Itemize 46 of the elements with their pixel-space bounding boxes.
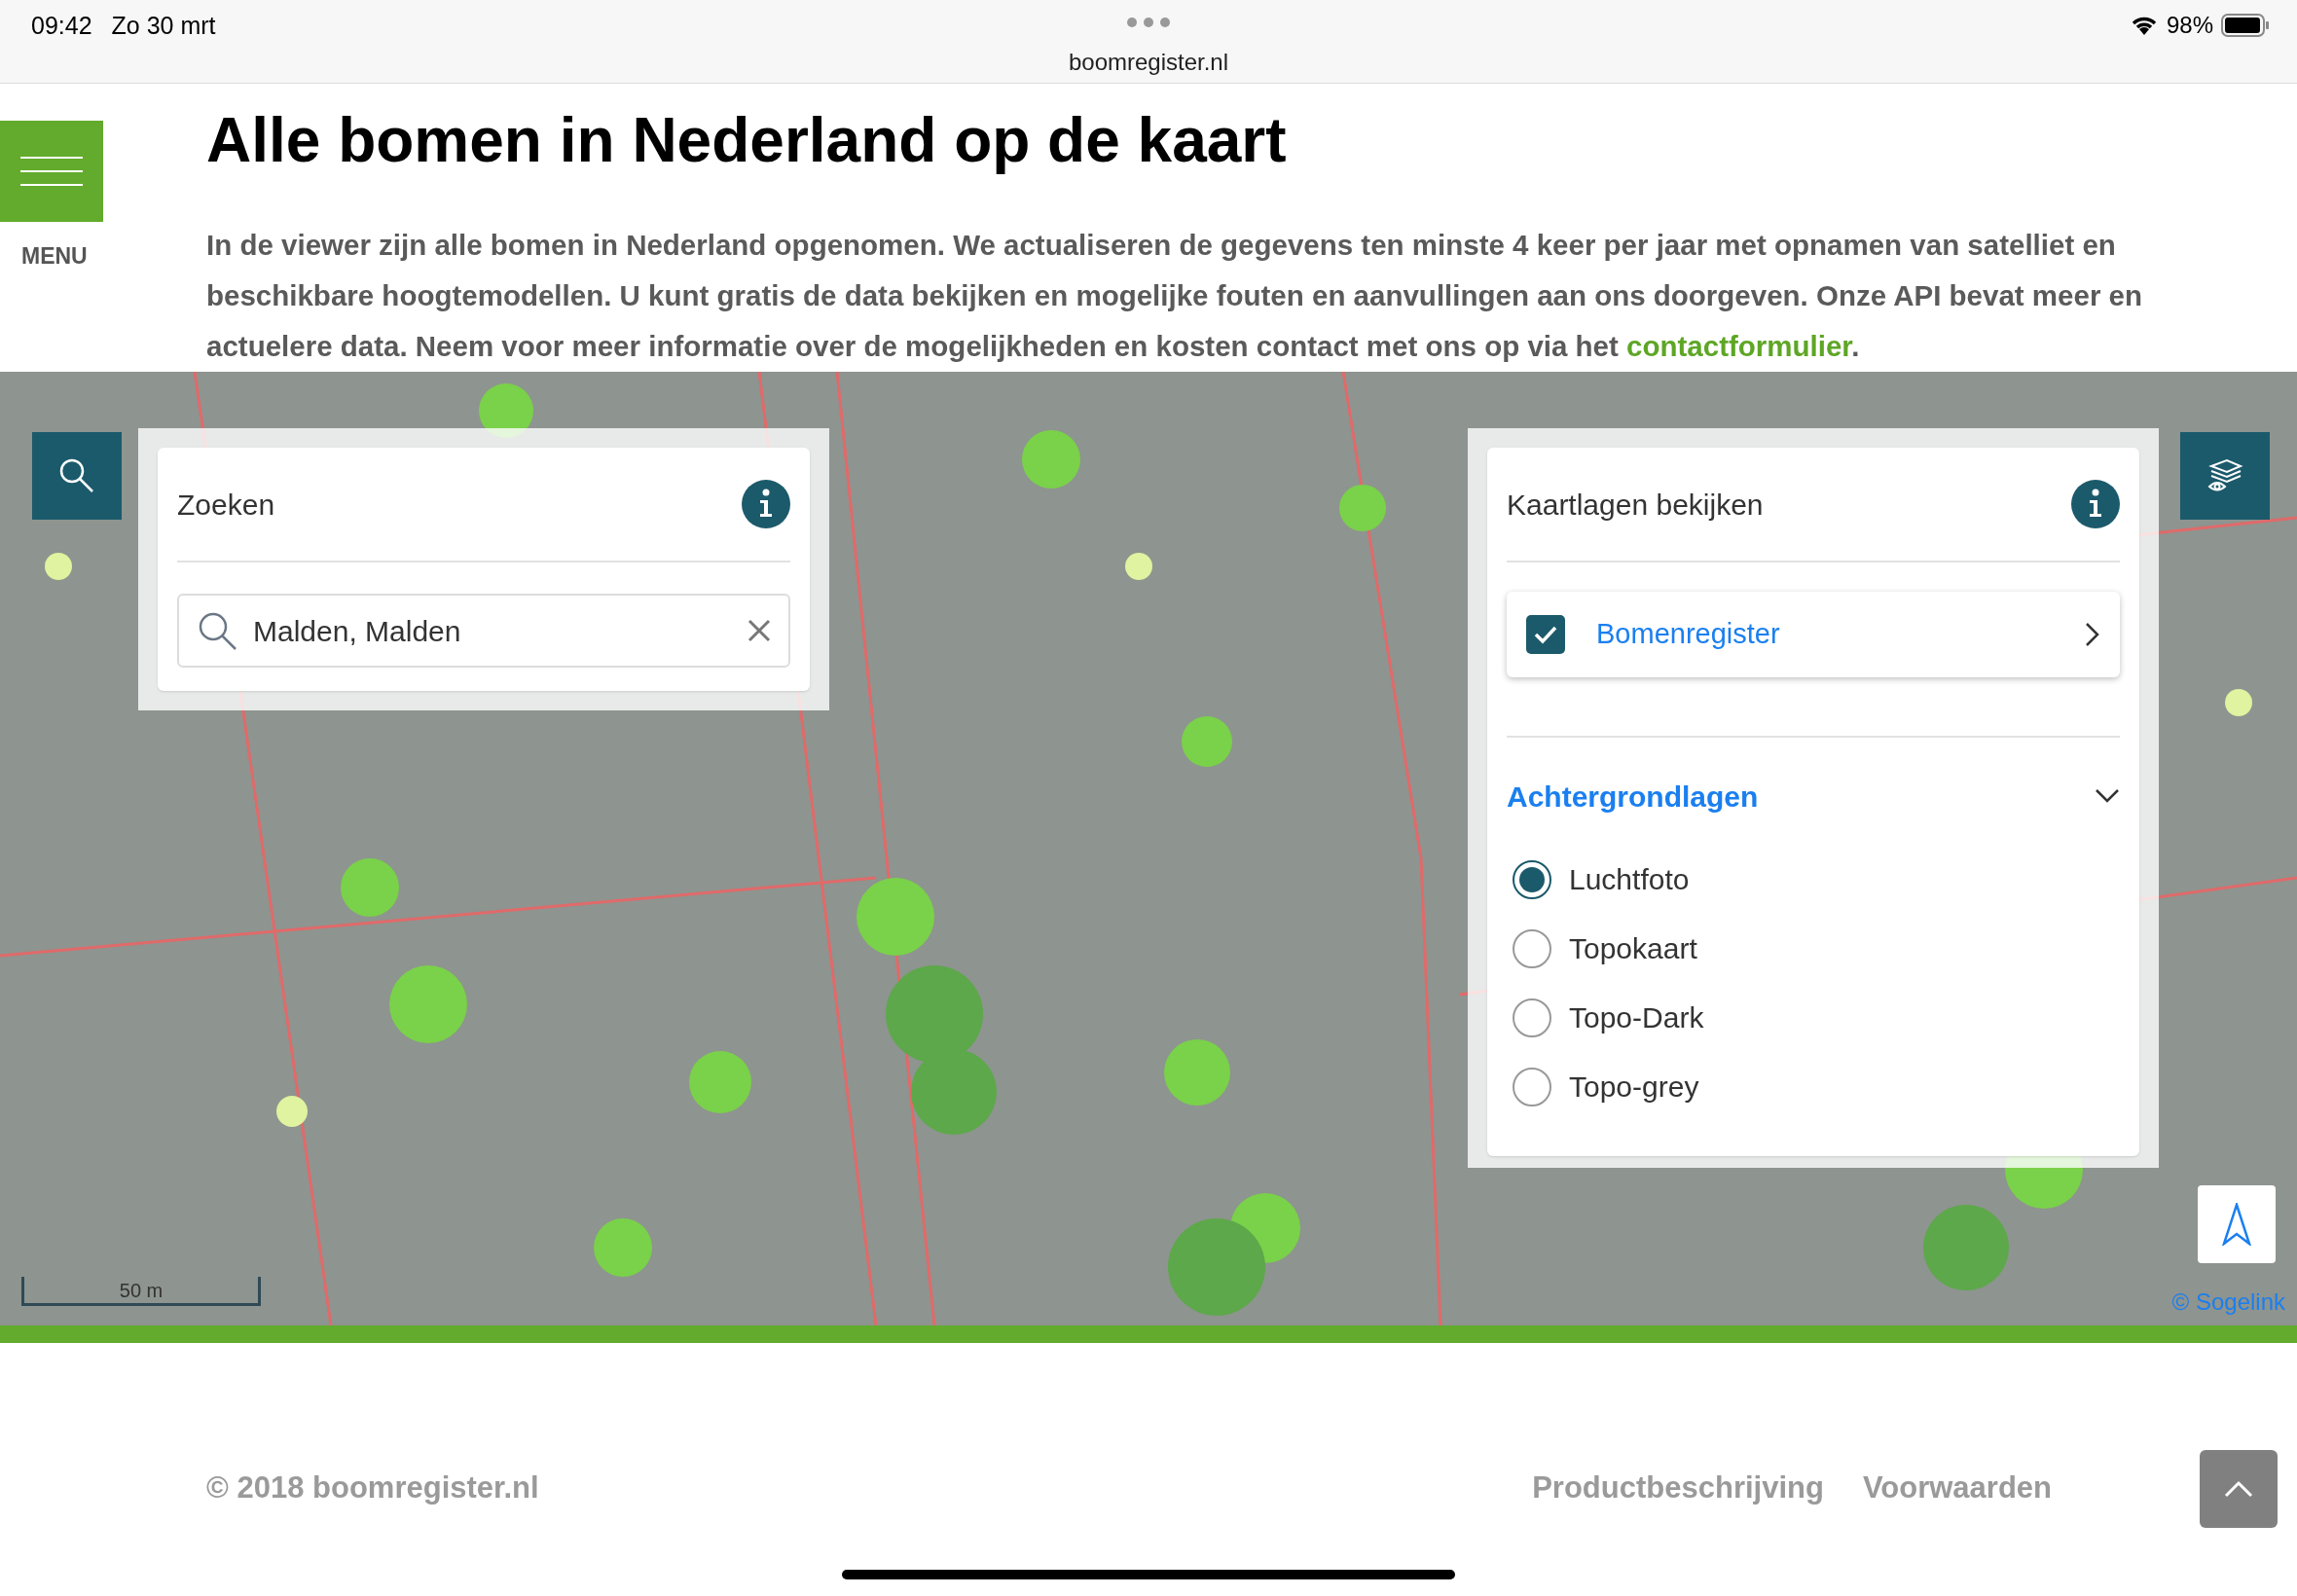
- section-header[interactable]: Achtergrondlagen: [1507, 747, 2120, 845]
- layer-row[interactable]: Bomenregister: [1507, 592, 2120, 677]
- intro-paragraph: In de viewer zijn alle bomen in Nederland opgenomen. We actualiseren de gegevens ten minste 4 keer per jaar met opnamen van satelliet en beschikbare hoogtemodellen. U kunt gratis de data bekijken en mogelijke fouten en aanvullingen aan ons doorgeven. Onze API bevat meer en actuelere data. Neem voor meer informatie over de mogelijkheden en kosten contact met ons op via het contactformulier.: [206, 228, 2143, 364]
- status-time: 09:42: [31, 11, 92, 41]
- radio-option[interactable]: Topo-grey: [1507, 1052, 2120, 1121]
- status-date: Zo 30 mrt: [111, 11, 216, 41]
- radio-button[interactable]: [1513, 928, 1551, 968]
- scale-label: 50 m: [119, 1279, 164, 1303]
- menu-button[interactable]: [0, 121, 103, 222]
- section-title: Achtergrondlagen: [1507, 779, 1759, 815]
- back-to-top-button[interactable]: [2200, 1450, 2278, 1528]
- clear-icon[interactable]: [747, 619, 771, 642]
- info-icon[interactable]: [2071, 480, 2120, 528]
- locate-button[interactable]: [2198, 1185, 2276, 1263]
- page-title: Alle bomen in Nederland op de kaart: [206, 104, 1287, 177]
- layer-label: Bomenregister: [1596, 617, 1781, 652]
- radio-option[interactable]: Topo-Dark: [1507, 983, 2120, 1052]
- layers-button[interactable]: [2180, 432, 2270, 520]
- panel-title: Kaartlagen bekijken: [1507, 487, 1764, 523]
- radio-option[interactable]: Topokaart: [1507, 914, 2120, 983]
- radio-label: Topokaart: [1569, 931, 1697, 966]
- layer-checkbox[interactable]: [1526, 615, 1565, 654]
- battery-icon: [2221, 14, 2270, 37]
- radio-label: Topo-Dark: [1569, 1000, 1704, 1035]
- radio-option[interactable]: Luchtfoto: [1507, 845, 2120, 914]
- chevron-up-icon: [2224, 1480, 2253, 1498]
- radio-button[interactable]: [1513, 859, 1551, 899]
- search-value: Malden, Malden: [253, 613, 462, 649]
- radio-label: Topo-grey: [1569, 1070, 1699, 1105]
- checkmark-icon: [1533, 624, 1558, 645]
- search-button[interactable]: [32, 432, 122, 520]
- radio-label: Luchtfoto: [1569, 862, 1690, 897]
- panel-title: Zoeken: [177, 487, 275, 523]
- search-field[interactable]: Malden, Malden: [177, 594, 790, 668]
- navigation-arrow-icon: [2222, 1203, 2251, 1246]
- footer-copyright: © 2018 boomregister.nl: [206, 1469, 539, 1506]
- chevron-down-icon: [2095, 788, 2120, 804]
- more-icon: [1127, 18, 1170, 27]
- radio-button[interactable]: [1513, 1067, 1551, 1106]
- url-text[interactable]: boomregister.nl: [1068, 45, 1229, 80]
- search-icon: [197, 610, 237, 651]
- chevron-right-icon: [2085, 622, 2100, 647]
- battery-percent: 98%: [2166, 11, 2213, 40]
- radio-button[interactable]: [1513, 998, 1551, 1037]
- info-icon[interactable]: [742, 480, 790, 528]
- menu-label: MENU: [21, 242, 88, 271]
